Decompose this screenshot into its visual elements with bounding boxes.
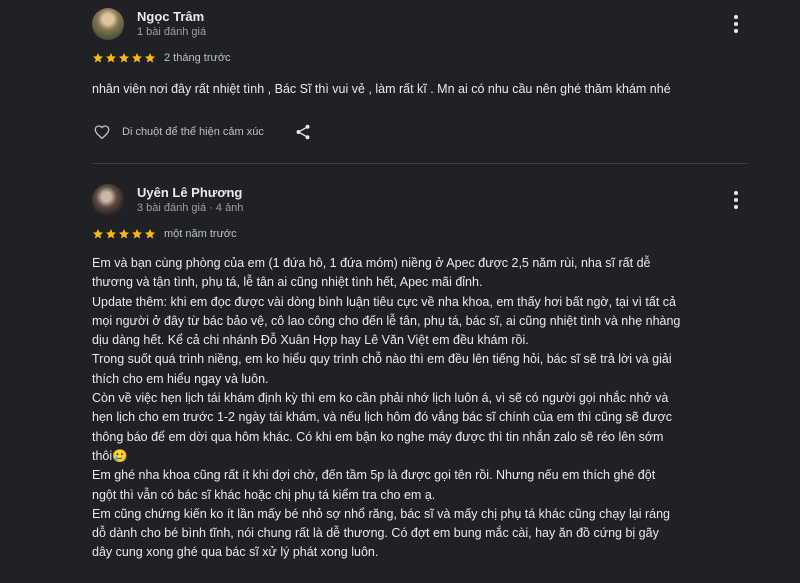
star-rating xyxy=(92,52,156,64)
star-icon xyxy=(93,53,103,63)
review-line: Em ghé nha khoa cũng rất ít khi đợi chờ,… xyxy=(92,468,656,483)
review-line: thích cho em hiểu ngay và luôn. xyxy=(92,371,269,386)
review-line: thôi🥲 xyxy=(92,448,128,463)
review-time: 2 tháng trước xyxy=(164,52,231,64)
reviewer-meta: 1 bài đánh giá xyxy=(137,26,207,38)
review-header: Uyên Lê Phương 3 bài đánh giá · 4 ảnh xyxy=(92,184,752,220)
review-line: thương và tận tình, phụ tá, lễ tân ai cũ… xyxy=(92,275,483,290)
share-icon[interactable] xyxy=(294,123,312,141)
star-icon xyxy=(106,53,116,63)
star-icon xyxy=(132,53,142,63)
react-button[interactable]: Di chuột để thể hiện cảm xúc xyxy=(92,123,264,141)
star-icon xyxy=(106,229,116,239)
review-card: Uyên Lê Phương 3 bài đánh giá · 4 ảnh mộ… xyxy=(92,184,752,563)
review-line: Em cũng chứng kiến ko ít lần mấy bé nhỏ … xyxy=(92,506,670,521)
review-line: nhân viên nơi đây rất nhiệt tình , Bác S… xyxy=(92,82,671,96)
review-line: hẹn lịch cho em trước 1-2 ngày tái khám,… xyxy=(92,410,672,425)
star-icon xyxy=(132,229,142,239)
review-divider xyxy=(92,163,747,164)
star-icon xyxy=(119,53,129,63)
react-hint: Di chuột để thể hiện cảm xúc xyxy=(122,126,264,139)
rating-row: một năm trước xyxy=(92,226,752,242)
reviews-panel: Ngọc Trâm 1 bài đánh giá 2 tháng trước n… xyxy=(0,0,800,583)
avatar[interactable] xyxy=(92,184,124,216)
star-icon xyxy=(145,53,155,63)
star-icon xyxy=(119,229,129,239)
review-line: Trong suốt quá trình niềng, em ko hiểu q… xyxy=(92,352,672,367)
review-line: Update thêm: khi em đọc được vài dòng bì… xyxy=(92,294,677,309)
review-line: Còn về việc hẹn lịch tái khám định kỳ th… xyxy=(92,391,669,406)
review-line: thông báo để em dời qua hôm khác. Có khi… xyxy=(92,429,664,444)
star-icon xyxy=(93,229,103,239)
reviewer-name[interactable]: Ngọc Trâm xyxy=(137,9,204,24)
more-vert-icon[interactable] xyxy=(728,12,744,36)
review-text: Em và bạn cùng phòng của em (1 đứa hô, 1… xyxy=(92,254,752,563)
review-line: dịu dàng hết. Kể cả chi nhánh Đỗ Xuân Hợ… xyxy=(92,333,529,348)
review-card: Ngọc Trâm 1 bài đánh giá 2 tháng trước n… xyxy=(92,8,752,143)
more-vert-icon[interactable] xyxy=(728,188,744,212)
review-line: dỗ dành cho bé bình tĩnh, nói chung rất … xyxy=(92,526,659,541)
review-line: mọi người ở đây từ bác bảo vệ, cô lao cô… xyxy=(92,313,681,328)
heart-icon[interactable] xyxy=(92,123,112,141)
review-line: ngột thì vẫn có bác sĩ khác hoặc chị phụ… xyxy=(92,487,436,502)
reviewer-meta: 3 bài đánh giá · 4 ảnh xyxy=(137,202,244,214)
review-text: nhân viên nơi đây rất nhiệt tình , Bác S… xyxy=(92,80,752,99)
review-actions: Di chuột để thể hiện cảm xúc xyxy=(92,121,752,143)
review-header: Ngọc Trâm 1 bài đánh giá xyxy=(92,8,752,44)
review-line: Em và bạn cùng phòng của em (1 đứa hô, 1… xyxy=(92,256,651,270)
reviewer-name[interactable]: Uyên Lê Phương xyxy=(137,185,242,200)
rating-row: 2 tháng trước xyxy=(92,50,752,66)
star-rating xyxy=(92,228,156,240)
review-line: dây cung xong ghé qua bác sĩ xử lý phát … xyxy=(92,545,379,560)
star-icon xyxy=(145,229,155,239)
review-time: một năm trước xyxy=(164,228,237,240)
avatar[interactable] xyxy=(92,8,124,40)
